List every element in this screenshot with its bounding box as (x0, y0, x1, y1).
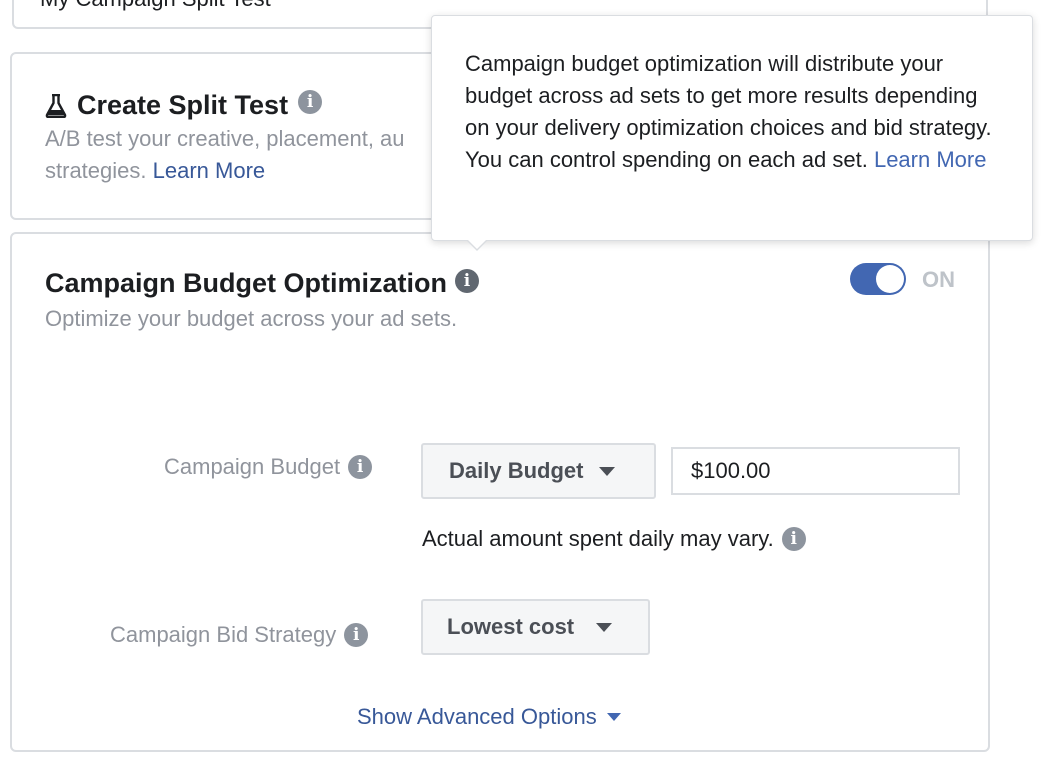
tooltip-arrow-inner (467, 239, 487, 249)
cbo-info-icon[interactable]: i (455, 268, 479, 293)
budget-type-dropdown[interactable]: Daily Budget (421, 443, 656, 499)
show-advanced-options-label: Show Advanced Options (357, 704, 597, 729)
cbo-toggle[interactable] (850, 263, 906, 295)
caret-down-icon (596, 622, 613, 632)
split-test-info-icon[interactable]: i (298, 89, 323, 114)
chevron-down-icon (606, 713, 621, 721)
budget-type-selected: Daily Budget (449, 458, 584, 483)
tooltip-learn-more-link[interactable]: Learn More (874, 147, 987, 172)
campaign-setup-page: My Campaign Split Test Create Split Test… (0, 0, 1042, 770)
split-test-description: A/B test your creative, placement, au st… (45, 123, 405, 187)
split-test-title: Create Split Test (77, 90, 289, 120)
bid-strategy-info-icon[interactable]: i (344, 623, 369, 647)
split-test-description-line1: A/B test your creative, placement, au (45, 126, 405, 151)
budget-amount-input[interactable]: $100.00 (671, 447, 960, 495)
budget-note: Actual amount spent daily may vary. (422, 526, 774, 551)
cbo-info-tooltip: Campaign budget optimization will distri… (431, 15, 1033, 241)
campaign-budget-optimization-card: Campaign Budget Optimization i Optimize … (10, 232, 990, 752)
budget-note-info-icon[interactable]: i (781, 527, 806, 551)
bid-strategy-label-row: Campaign Bid Strategy i (110, 622, 369, 648)
cbo-title: Campaign Budget Optimization (45, 268, 447, 298)
bid-strategy-label: Campaign Bid Strategy (110, 622, 337, 647)
split-test-title-row: Create Split Test i (45, 89, 323, 121)
bid-strategy-dropdown[interactable]: Lowest cost (421, 599, 650, 655)
toggle-knob (876, 265, 904, 293)
cbo-title-row: Campaign Budget Optimization i (45, 268, 479, 299)
split-test-learn-more-link[interactable]: Learn More (153, 158, 266, 183)
campaign-budget-info-icon[interactable]: i (348, 455, 373, 479)
budget-note-row: Actual amount spent daily may vary. i (422, 526, 806, 552)
campaign-budget-label-row: Campaign Budget i (164, 454, 373, 480)
split-test-description-line2: strategies. (45, 158, 147, 183)
caret-down-icon (599, 466, 616, 476)
show-advanced-options-link[interactable]: Show Advanced Options (357, 704, 621, 730)
bid-strategy-selected: Lowest cost (447, 614, 575, 639)
cbo-toggle-label: ON (922, 267, 955, 292)
campaign-budget-label: Campaign Budget (164, 454, 341, 479)
campaign-name-value: My Campaign Split Test (40, 0, 271, 12)
cbo-subtitle: Optimize your budget across your ad sets… (45, 306, 458, 331)
flask-icon (45, 93, 67, 118)
